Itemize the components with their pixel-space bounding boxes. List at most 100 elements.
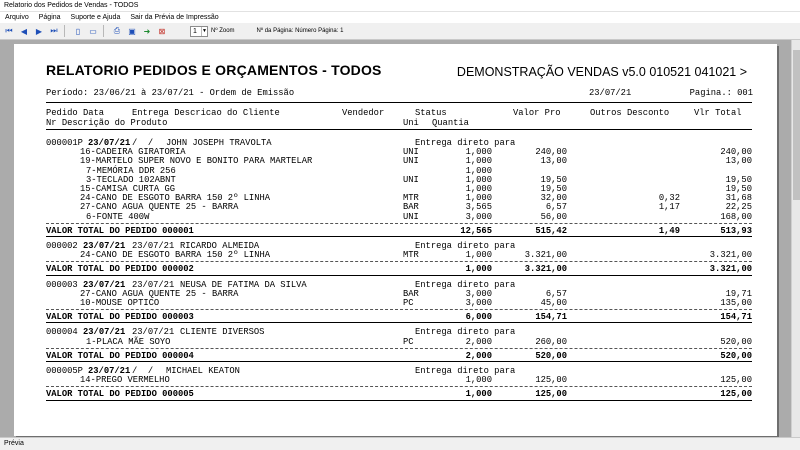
col-nr-descricao: Nr Descrição do Produto xyxy=(46,118,168,128)
page-selector-value: 1 xyxy=(193,27,197,35)
next-page-icon[interactable]: ▶ xyxy=(33,25,45,37)
single-page-icon[interactable]: ▯ xyxy=(72,25,84,37)
item-total: 3.321,00 xyxy=(709,250,752,261)
save-icon[interactable]: ▣ xyxy=(126,25,138,37)
order-number: 000004 xyxy=(46,327,78,338)
report-page-number: Pagina.: 001 xyxy=(689,88,753,98)
export-icon[interactable]: ➜ xyxy=(141,25,153,37)
item-quantity: 1,000 xyxy=(465,375,492,386)
item-price: 13,00 xyxy=(540,156,567,167)
item-quantity: 1,000 xyxy=(465,250,492,261)
order-total-label: VALOR TOTAL DO PEDIDO 000001 xyxy=(46,225,194,236)
order-total-quantity: 6,000 xyxy=(465,312,492,323)
col-uni: Uni xyxy=(403,118,419,128)
scrollbar-thumb[interactable] xyxy=(793,50,800,200)
item-price: 45,00 xyxy=(540,298,567,308)
toolbar-separator xyxy=(103,25,104,37)
item-total: 135,00 xyxy=(720,298,752,308)
col-quantia: Quantia xyxy=(432,118,469,128)
item-price: 125,00 xyxy=(535,375,567,386)
status-bar: Prévia xyxy=(0,437,800,450)
col-vendedor: Vendedor xyxy=(342,108,385,118)
page-selector[interactable]: 1 ▼ xyxy=(190,25,208,37)
item-price: 260,00 xyxy=(535,336,567,347)
order-client: MICHAEL KEATON xyxy=(166,366,240,376)
page-info: Nº da Página: Número Página: 1 xyxy=(256,28,344,34)
window-title: Relatorio dos Pedidos de Vendas - TODOS xyxy=(0,0,800,12)
menu-suporte-ajuda[interactable]: Suporte e Ajuda xyxy=(66,12,126,23)
report-date: 23/07/21 xyxy=(589,88,632,98)
order-total-price: 125,00 xyxy=(535,389,567,400)
order-total-quantity: 1,000 xyxy=(465,264,492,275)
item-unit: UNI xyxy=(403,211,419,222)
toolbar: ⏮ ◀ ▶ ⏭ ▯ ▭ ⎙ ▣ ➜ ⊠ 1 ▼ Nº Zoom Nº da Pá… xyxy=(0,23,800,40)
order-total-value: 154,71 xyxy=(720,312,752,323)
col-pedido-data: Pedido Data xyxy=(46,108,105,118)
order-total-label: VALOR TOTAL DO PEDIDO 000004 xyxy=(46,350,194,361)
menu-arquivo[interactable]: Arquivo xyxy=(0,12,34,23)
col-vlr-total: Vlr Total xyxy=(694,108,742,118)
menu-sair-previa[interactable]: Sair da Prévia de Impressão xyxy=(125,12,223,23)
last-page-icon[interactable]: ⏭ xyxy=(48,25,60,37)
item-quantity: 3,000 xyxy=(465,298,492,308)
item-description: 14-PREGO VERMELHO xyxy=(80,375,170,386)
header-rule-top xyxy=(46,102,752,103)
order-rule xyxy=(46,274,752,276)
item-unit: PC xyxy=(403,298,414,308)
report-period: Período: 23/06/21 à 23/07/21 - Ordem de … xyxy=(46,88,295,98)
item-total: 168,00 xyxy=(720,211,752,222)
previous-page-icon[interactable]: ◀ xyxy=(18,25,30,37)
order-rule xyxy=(46,322,752,324)
order-total-label: VALOR TOTAL DO PEDIDO 000002 xyxy=(46,264,194,275)
item-description: 1-PLACA MÃE SOYO xyxy=(86,336,171,347)
item-discount: 1,17 xyxy=(658,202,680,213)
order-number: 000005P xyxy=(46,366,83,376)
order-total-value: 125,00 xyxy=(720,389,752,400)
item-total: 13,00 xyxy=(725,156,752,167)
first-page-icon[interactable]: ⏮ xyxy=(3,25,15,37)
order-total-discount: 1,49 xyxy=(658,225,680,236)
order-total-value: 520,00 xyxy=(720,350,752,361)
report-page: RELATORIO PEDIDOS E ORÇAMENTOS - TODOS D… xyxy=(14,44,777,436)
item-price: 56,00 xyxy=(540,211,567,222)
item-unit: UNI xyxy=(403,156,419,167)
report-subtitle: DEMONSTRAÇÃO VENDAS v5.0 010521 041021 > xyxy=(456,65,747,79)
order-number: 000003 xyxy=(46,279,78,290)
order-divider xyxy=(46,386,752,388)
multi-page-icon[interactable]: ▭ xyxy=(87,25,99,37)
col-status: Status xyxy=(415,108,447,118)
item-unit: PC xyxy=(403,336,414,347)
item-quantity: 2,000 xyxy=(465,336,492,347)
order-rule xyxy=(46,399,752,401)
item-description: 10-MOUSE OPTICO xyxy=(80,298,160,308)
item-description: 24-CANO DE ESGOTO BARRA 150 2º LINHA xyxy=(80,250,271,261)
order-total-quantity: 1,000 xyxy=(465,389,492,400)
print-icon[interactable]: ⎙ xyxy=(111,25,123,37)
menu-pagina[interactable]: Página xyxy=(34,12,66,23)
order-rule xyxy=(46,236,752,237)
order-divider xyxy=(46,309,752,311)
col-valor-pro: Valor Pro xyxy=(513,108,561,118)
col-outros-desconto: Outros Desconto xyxy=(590,108,670,118)
toolbar-separator xyxy=(64,25,65,37)
order-number: 000001P xyxy=(46,138,83,148)
order-divider xyxy=(46,347,752,349)
order-total-label: VALOR TOTAL DO PEDIDO 000003 xyxy=(46,312,194,323)
document-area[interactable]: RELATORIO PEDIDOS E ORÇAMENTOS - TODOS D… xyxy=(0,40,800,437)
order-total-price: 515,42 xyxy=(535,225,567,236)
chevron-down-icon[interactable]: ▼ xyxy=(201,26,207,36)
order-number: 000002 xyxy=(46,241,78,251)
order-total-label: VALOR TOTAL DO PEDIDO 000005 xyxy=(46,389,194,400)
item-unit: MTR xyxy=(403,250,419,261)
vertical-scrollbar[interactable] xyxy=(791,40,800,437)
report-title: RELATORIO PEDIDOS E ORÇAMENTOS - TODOS xyxy=(46,62,382,78)
item-description: 6-FONTE 400W xyxy=(86,211,150,222)
order-total-quantity: 2,000 xyxy=(465,350,492,361)
order-divider xyxy=(46,222,752,224)
close-preview-icon[interactable]: ⊠ xyxy=(156,25,168,37)
col-entrega-cliente: Entrega Descricao do Cliente xyxy=(132,108,280,118)
header-rule-bottom xyxy=(46,129,752,130)
item-total: 520,00 xyxy=(720,336,752,347)
order-client: CLIENTE DIVERSOS xyxy=(180,327,265,338)
item-quantity: 3,000 xyxy=(465,211,492,222)
